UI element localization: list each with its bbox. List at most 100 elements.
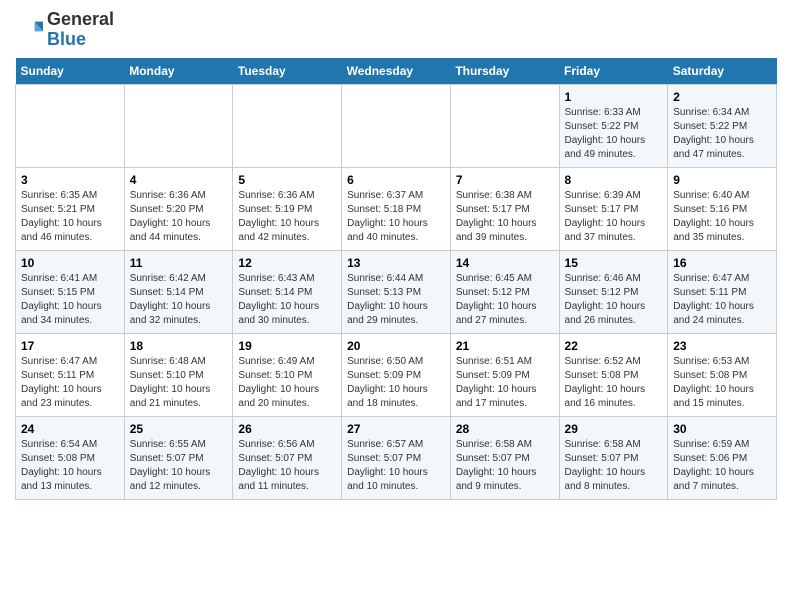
day-detail: Sunrise: 6:44 AM Sunset: 5:13 PM Dayligh… [347, 272, 445, 328]
calendar-cell: 28 Sunrise: 6:58 AM Sunset: 5:07 PM Dayli… [450, 416, 559, 499]
day-detail: Sunrise: 6:39 AM Sunset: 5:17 PM Dayligh… [565, 189, 663, 245]
day-number: 29 [565, 422, 663, 436]
calendar-cell [342, 84, 451, 167]
calendar-week-row: 24 Sunrise: 6:54 AM Sunset: 5:08 PM Dayli… [16, 416, 777, 499]
day-number: 16 [673, 256, 771, 270]
logo-icon [15, 16, 43, 44]
calendar-cell: 7 Sunrise: 6:38 AM Sunset: 5:17 PM Daylig… [450, 167, 559, 250]
day-detail: Sunrise: 6:48 AM Sunset: 5:10 PM Dayligh… [130, 355, 228, 411]
calendar-table: SundayMondayTuesdayWednesdayThursdayFrid… [15, 58, 777, 500]
logo-blue: Blue [47, 29, 86, 49]
calendar-cell: 27 Sunrise: 6:57 AM Sunset: 5:07 PM Dayli… [342, 416, 451, 499]
calendar-cell: 4Sunrise: 6:36 AM Sunset: 5:20 PM Daylig… [124, 167, 233, 250]
day-number: 25 [130, 422, 228, 436]
calendar-cell: 13 Sunrise: 6:44 AM Sunset: 5:13 PM Dayli… [342, 250, 451, 333]
day-detail: Sunrise: 6:36 AM Sunset: 5:19 PM Dayligh… [238, 189, 336, 245]
day-detail: Sunrise: 6:51 AM Sunset: 5:09 PM Dayligh… [456, 355, 554, 411]
weekday-header: Friday [559, 58, 668, 85]
logo-general: General [47, 9, 114, 29]
calendar-cell: 19Sunrise: 6:49 AM Sunset: 5:10 PM Dayli… [233, 333, 342, 416]
weekday-header: Sunday [16, 58, 125, 85]
day-detail: Sunrise: 6:55 AM Sunset: 5:07 PM Dayligh… [130, 438, 228, 494]
day-number: 22 [565, 339, 663, 353]
weekday-header-row: SundayMondayTuesdayWednesdayThursdayFrid… [16, 58, 777, 85]
logo-text: General Blue [47, 10, 114, 50]
day-detail: Sunrise: 6:33 AM Sunset: 5:22 PM Dayligh… [565, 106, 663, 162]
day-detail: Sunrise: 6:49 AM Sunset: 5:10 PM Dayligh… [238, 355, 336, 411]
calendar-cell: 23 Sunrise: 6:53 AM Sunset: 5:08 PM Dayli… [668, 333, 777, 416]
calendar-week-row: 17Sunrise: 6:47 AM Sunset: 5:11 PM Dayli… [16, 333, 777, 416]
day-number: 27 [347, 422, 445, 436]
day-number: 1 [565, 90, 663, 104]
weekday-header: Monday [124, 58, 233, 85]
day-number: 10 [21, 256, 119, 270]
calendar-cell: 24 Sunrise: 6:54 AM Sunset: 5:08 PM Dayli… [16, 416, 125, 499]
weekday-header: Saturday [668, 58, 777, 85]
day-detail: Sunrise: 6:53 AM Sunset: 5:08 PM Dayligh… [673, 355, 771, 411]
day-number: 12 [238, 256, 336, 270]
day-detail: Sunrise: 6:38 AM Sunset: 5:17 PM Dayligh… [456, 189, 554, 245]
day-detail: Sunrise: 6:54 AM Sunset: 5:08 PM Dayligh… [21, 438, 119, 494]
calendar-cell: 26Sunrise: 6:56 AM Sunset: 5:07 PM Dayli… [233, 416, 342, 499]
calendar-cell [16, 84, 125, 167]
day-number: 15 [565, 256, 663, 270]
page-header: General Blue [15, 10, 777, 50]
calendar-cell: 22 Sunrise: 6:52 AM Sunset: 5:08 PM Dayli… [559, 333, 668, 416]
calendar-cell [450, 84, 559, 167]
day-number: 8 [565, 173, 663, 187]
day-number: 24 [21, 422, 119, 436]
day-detail: Sunrise: 6:37 AM Sunset: 5:18 PM Dayligh… [347, 189, 445, 245]
calendar-week-row: 1 Sunrise: 6:33 AM Sunset: 5:22 PM Daylig… [16, 84, 777, 167]
calendar-cell: 8 Sunrise: 6:39 AM Sunset: 5:17 PM Daylig… [559, 167, 668, 250]
day-number: 14 [456, 256, 554, 270]
day-number: 3 [21, 173, 119, 187]
day-number: 9 [673, 173, 771, 187]
day-number: 21 [456, 339, 554, 353]
day-number: 11 [130, 256, 228, 270]
calendar-cell: 12 Sunrise: 6:43 AM Sunset: 5:14 PM Dayli… [233, 250, 342, 333]
day-number: 20 [347, 339, 445, 353]
weekday-header: Tuesday [233, 58, 342, 85]
day-number: 23 [673, 339, 771, 353]
calendar-cell: 18Sunrise: 6:48 AM Sunset: 5:10 PM Dayli… [124, 333, 233, 416]
day-detail: Sunrise: 6:59 AM Sunset: 5:06 PM Dayligh… [673, 438, 771, 494]
day-number: 17 [21, 339, 119, 353]
calendar-cell [233, 84, 342, 167]
day-number: 13 [347, 256, 445, 270]
calendar-cell: 17Sunrise: 6:47 AM Sunset: 5:11 PM Dayli… [16, 333, 125, 416]
day-detail: Sunrise: 6:50 AM Sunset: 5:09 PM Dayligh… [347, 355, 445, 411]
day-detail: Sunrise: 6:40 AM Sunset: 5:16 PM Dayligh… [673, 189, 771, 245]
day-detail: Sunrise: 6:52 AM Sunset: 5:08 PM Dayligh… [565, 355, 663, 411]
calendar-cell: 3 Sunrise: 6:35 AM Sunset: 5:21 PM Daylig… [16, 167, 125, 250]
day-number: 6 [347, 173, 445, 187]
weekday-header: Thursday [450, 58, 559, 85]
day-detail: Sunrise: 6:41 AM Sunset: 5:15 PM Dayligh… [21, 272, 119, 328]
day-number: 28 [456, 422, 554, 436]
calendar-cell: 11 Sunrise: 6:42 AM Sunset: 5:14 PM Dayli… [124, 250, 233, 333]
calendar-cell: 20 Sunrise: 6:50 AM Sunset: 5:09 PM Dayli… [342, 333, 451, 416]
calendar-cell: 30Sunrise: 6:59 AM Sunset: 5:06 PM Dayli… [668, 416, 777, 499]
calendar-week-row: 10 Sunrise: 6:41 AM Sunset: 5:15 PM Dayli… [16, 250, 777, 333]
calendar-cell [124, 84, 233, 167]
day-detail: Sunrise: 6:58 AM Sunset: 5:07 PM Dayligh… [456, 438, 554, 494]
calendar-cell: 1 Sunrise: 6:33 AM Sunset: 5:22 PM Daylig… [559, 84, 668, 167]
day-detail: Sunrise: 6:57 AM Sunset: 5:07 PM Dayligh… [347, 438, 445, 494]
calendar-cell: 6 Sunrise: 6:37 AM Sunset: 5:18 PM Daylig… [342, 167, 451, 250]
logo: General Blue [15, 10, 114, 50]
day-detail: Sunrise: 6:58 AM Sunset: 5:07 PM Dayligh… [565, 438, 663, 494]
day-number: 26 [238, 422, 336, 436]
day-number: 5 [238, 173, 336, 187]
calendar-cell: 25 Sunrise: 6:55 AM Sunset: 5:07 PM Dayli… [124, 416, 233, 499]
weekday-header: Wednesday [342, 58, 451, 85]
day-detail: Sunrise: 6:43 AM Sunset: 5:14 PM Dayligh… [238, 272, 336, 328]
day-detail: Sunrise: 6:47 AM Sunset: 5:11 PM Dayligh… [673, 272, 771, 328]
day-number: 7 [456, 173, 554, 187]
calendar-week-row: 3 Sunrise: 6:35 AM Sunset: 5:21 PM Daylig… [16, 167, 777, 250]
calendar-cell: 5 Sunrise: 6:36 AM Sunset: 5:19 PM Daylig… [233, 167, 342, 250]
day-detail: Sunrise: 6:45 AM Sunset: 5:12 PM Dayligh… [456, 272, 554, 328]
day-detail: Sunrise: 6:34 AM Sunset: 5:22 PM Dayligh… [673, 106, 771, 162]
day-detail: Sunrise: 6:35 AM Sunset: 5:21 PM Dayligh… [21, 189, 119, 245]
calendar-cell: 15Sunrise: 6:46 AM Sunset: 5:12 PM Dayli… [559, 250, 668, 333]
day-number: 2 [673, 90, 771, 104]
day-detail: Sunrise: 6:42 AM Sunset: 5:14 PM Dayligh… [130, 272, 228, 328]
